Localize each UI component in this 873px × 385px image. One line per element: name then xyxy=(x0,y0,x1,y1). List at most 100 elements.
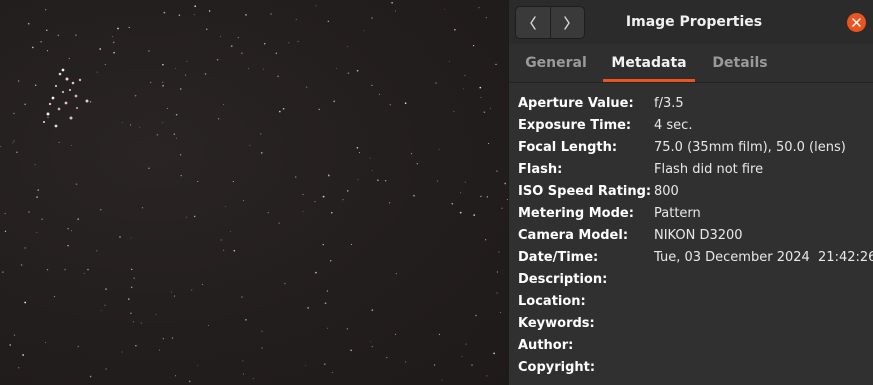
metadata-value: f/3.5 xyxy=(654,96,684,111)
metadata-row-author: Author: xyxy=(518,338,873,360)
star xyxy=(162,64,164,66)
star xyxy=(194,5,197,8)
star xyxy=(45,9,47,11)
star xyxy=(13,334,16,336)
star xyxy=(356,147,359,149)
star xyxy=(369,157,371,159)
metadata-row-exposure: Exposure Time: 4 sec. xyxy=(518,118,873,140)
star xyxy=(232,180,234,183)
star xyxy=(295,18,297,20)
star xyxy=(24,301,27,304)
star xyxy=(54,84,58,88)
star xyxy=(496,292,498,294)
star xyxy=(480,195,482,198)
star xyxy=(47,116,49,118)
star xyxy=(117,27,119,30)
star xyxy=(96,250,98,252)
tab-details[interactable]: Details xyxy=(709,44,771,82)
star xyxy=(20,264,23,266)
star xyxy=(307,307,309,309)
star xyxy=(322,195,325,198)
tab-general[interactable]: General xyxy=(521,44,591,82)
star xyxy=(284,283,286,285)
star xyxy=(170,291,172,293)
star xyxy=(193,215,196,218)
star xyxy=(0,145,2,148)
star xyxy=(87,268,89,271)
star xyxy=(237,37,239,39)
star xyxy=(371,84,373,86)
image-properties-panel: Image Properties General Metadata Detail… xyxy=(508,0,873,385)
star-field xyxy=(0,1,508,383)
navigation-buttons xyxy=(515,6,585,39)
star xyxy=(65,77,69,81)
metadata-key: Camera Model: xyxy=(518,228,629,243)
star xyxy=(173,295,176,297)
star xyxy=(148,167,150,170)
star xyxy=(139,126,141,128)
metadata-key: Exposure Time: xyxy=(518,118,632,133)
star xyxy=(331,371,333,374)
star xyxy=(496,271,499,273)
star xyxy=(16,151,18,153)
star xyxy=(314,201,316,203)
metadata-key: Flash: xyxy=(518,162,563,177)
star xyxy=(220,239,222,241)
star xyxy=(204,73,207,75)
star xyxy=(128,26,130,28)
close-button[interactable] xyxy=(847,13,866,32)
star xyxy=(208,10,211,12)
star xyxy=(70,145,72,146)
chevron-left-icon xyxy=(530,15,536,30)
star xyxy=(130,286,133,289)
star xyxy=(89,100,92,103)
star xyxy=(454,28,456,31)
forward-button[interactable] xyxy=(549,7,585,38)
star xyxy=(435,82,437,84)
star xyxy=(438,333,441,336)
star xyxy=(357,179,359,181)
metadata-value: NIKON D3200 xyxy=(654,228,743,243)
back-button[interactable] xyxy=(516,7,550,38)
metadata-row-iso: ISO Speed Rating: 800 xyxy=(518,184,873,206)
star xyxy=(230,231,231,233)
star xyxy=(471,364,473,366)
star xyxy=(483,111,486,114)
title-bar: Image Properties xyxy=(509,0,873,44)
star xyxy=(306,86,308,88)
star xyxy=(206,28,208,30)
star xyxy=(51,96,55,100)
star xyxy=(99,48,102,50)
star xyxy=(389,104,391,106)
star xyxy=(460,192,462,194)
star xyxy=(388,202,391,204)
star xyxy=(485,17,487,19)
star xyxy=(449,61,450,63)
tab-metadata[interactable]: Metadata xyxy=(603,44,695,82)
star xyxy=(451,202,454,205)
star xyxy=(75,183,78,186)
star xyxy=(17,80,20,82)
star xyxy=(18,367,20,369)
metadata-key: Copyright: xyxy=(518,360,596,375)
star xyxy=(305,365,306,367)
star xyxy=(24,103,26,106)
metadata-value: 75.0 (35mm film), 50.0 (lens) xyxy=(654,140,846,155)
star xyxy=(121,351,123,353)
star xyxy=(85,99,89,103)
star xyxy=(46,269,49,271)
metadata-key: Date/Time: xyxy=(518,250,599,265)
star xyxy=(24,247,26,249)
star xyxy=(196,364,198,366)
star xyxy=(350,349,352,352)
metadata-row-camera-model: Camera Model: NIKON D3200 xyxy=(518,228,873,250)
star xyxy=(100,310,102,312)
star xyxy=(260,133,262,135)
star xyxy=(261,152,263,154)
metadata-value: Flash did not fire xyxy=(654,162,764,177)
star xyxy=(230,45,233,47)
star xyxy=(379,93,380,95)
star xyxy=(461,355,463,357)
star xyxy=(371,309,374,311)
star xyxy=(223,104,224,106)
